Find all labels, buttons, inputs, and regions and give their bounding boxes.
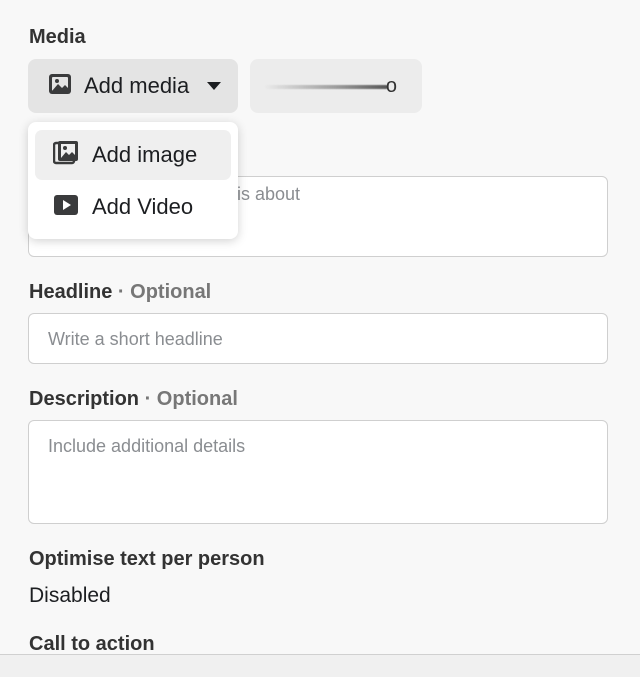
headline-label-text: Headline	[29, 281, 113, 303]
description-label: Description · Optional	[29, 388, 238, 411]
bottom-bar	[0, 654, 640, 677]
description-placeholder: Include additional details	[48, 436, 246, 456]
media-secondary-button[interactable]: o	[250, 59, 422, 113]
optimise-label: Optimise text per person	[29, 548, 265, 570]
add-media-button[interactable]: Add media	[28, 59, 238, 113]
optimise-value: Disabled	[29, 584, 111, 607]
image-icon	[52, 140, 79, 171]
menu-item-add-image[interactable]: Add image	[35, 130, 231, 180]
menu-item-label: Add Video	[92, 194, 194, 219]
video-icon	[53, 192, 79, 223]
add-media-menu: Add image Add Video	[28, 122, 238, 239]
blurred-line	[264, 85, 388, 89]
optional-tag: · Optional	[144, 388, 238, 410]
caret-down-icon	[207, 82, 222, 90]
description-textarea[interactable]: Include additional details	[28, 420, 608, 524]
cta-label: Call to action	[29, 633, 155, 655]
headline-placeholder: Write a short headline	[48, 329, 223, 349]
menu-item-label: Add image	[92, 142, 198, 167]
add-media-label: Add media	[84, 73, 190, 98]
image-icon	[48, 72, 72, 101]
optional-tag: · Optional	[117, 281, 212, 303]
description-label-text: Description	[29, 388, 140, 410]
headline-input[interactable]: Write a short headline	[28, 313, 608, 364]
headline-label: Headline · Optional	[29, 281, 211, 304]
primary-text-placeholder: is about	[237, 184, 301, 204]
media-label: Media	[29, 26, 86, 48]
menu-item-add-video[interactable]: Add Video	[35, 182, 231, 232]
secondary-value: o	[385, 75, 397, 97]
